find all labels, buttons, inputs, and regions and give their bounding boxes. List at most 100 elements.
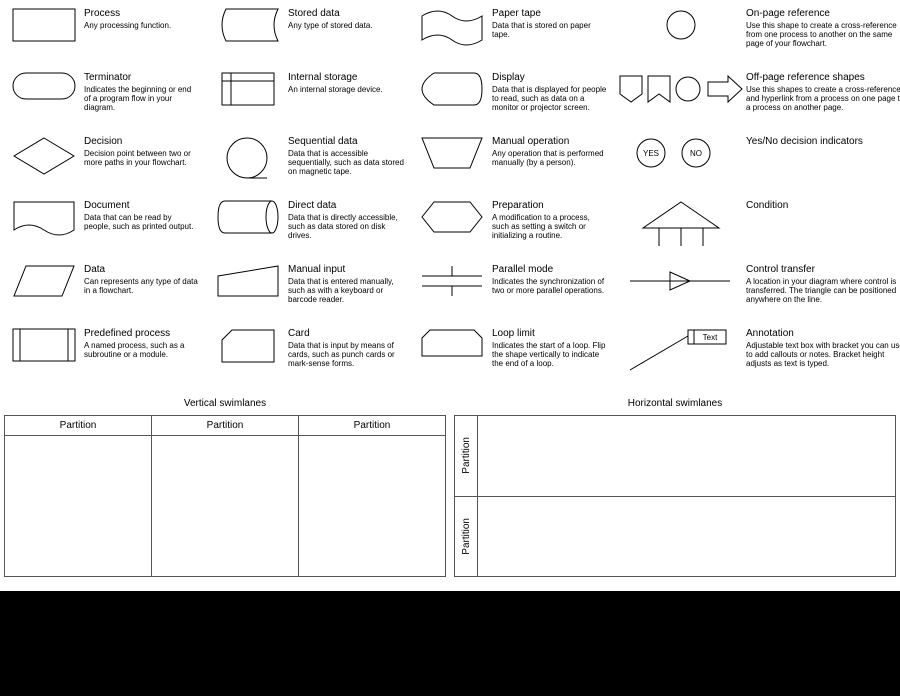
label: Preparation bbox=[492, 200, 608, 212]
internal-storage-icon bbox=[208, 72, 288, 106]
label: Card bbox=[288, 328, 404, 340]
process-icon bbox=[4, 8, 84, 42]
label: Paper tape bbox=[492, 8, 608, 20]
label: Process bbox=[84, 8, 200, 20]
label: Data bbox=[84, 264, 200, 276]
svg-text:NO: NO bbox=[690, 149, 702, 158]
desc: Adjustable text box with bracket you can… bbox=[746, 341, 900, 369]
shape-parallel-mode: Parallel modeIndicates the synchronizati… bbox=[412, 262, 612, 326]
shape-process: ProcessAny processing function. bbox=[4, 6, 204, 70]
label: Manual input bbox=[288, 264, 404, 276]
desc: Can represents any type of data in a flo… bbox=[84, 277, 200, 295]
decision-icon bbox=[4, 136, 84, 176]
on-page-reference-icon bbox=[616, 8, 746, 42]
hswim-container: Partition Partition bbox=[454, 415, 896, 577]
vswim-container: Partition Partition Partition bbox=[4, 415, 446, 577]
partition-header: Partition bbox=[461, 437, 472, 474]
desc: Data that can be read by people, such as… bbox=[84, 213, 200, 231]
shape-annotation: Text AnnotationAdjustable text box with … bbox=[616, 326, 900, 390]
desc: An internal storage device. bbox=[288, 85, 404, 94]
stored-data-icon bbox=[208, 8, 288, 42]
label: Yes/No decision indicators bbox=[746, 136, 900, 148]
label: Condition bbox=[746, 200, 900, 212]
label: Parallel mode bbox=[492, 264, 608, 276]
direct-data-icon bbox=[208, 200, 288, 234]
desc: Use this shapes to create a cross-refere… bbox=[746, 85, 900, 113]
desc: A location in your diagram where control… bbox=[746, 277, 900, 305]
shape-paper-tape: Paper tapeData that is stored on paper t… bbox=[412, 6, 612, 70]
manual-input-icon bbox=[208, 264, 288, 298]
bottom-bar bbox=[0, 591, 900, 696]
partition-header: Partition bbox=[5, 416, 151, 436]
shape-manual-operation: Manual operationAny operation that is pe… bbox=[412, 134, 612, 198]
display-icon bbox=[412, 72, 492, 106]
shape-yes-no: YES NO Yes/No decision indicators bbox=[616, 134, 900, 198]
label: Loop limit bbox=[492, 328, 608, 340]
svg-text:YES: YES bbox=[643, 149, 659, 158]
hswim-title: Horizontal swimlanes bbox=[454, 398, 896, 409]
horizontal-swimlanes: Horizontal swimlanes Partition Partition bbox=[454, 398, 896, 577]
yes-no-icon: YES NO bbox=[616, 136, 746, 170]
shapes-grid: ProcessAny processing function. Stored d… bbox=[0, 0, 900, 390]
label: Predefined process bbox=[84, 328, 200, 340]
shape-on-page-reference: On-page referenceUse this shape to creat… bbox=[616, 6, 900, 70]
shape-direct-data: Direct dataData that is directly accessi… bbox=[208, 198, 408, 262]
shape-card: CardData that is input by means of cards… bbox=[208, 326, 408, 390]
desc: Any type of stored data. bbox=[288, 21, 404, 30]
predefined-process-icon bbox=[4, 328, 84, 362]
partition-header: Partition bbox=[461, 518, 472, 555]
desc: Decision point between two or more paths… bbox=[84, 149, 200, 167]
label: Manual operation bbox=[492, 136, 608, 148]
desc: Data that is entered manually, such as w… bbox=[288, 277, 404, 305]
label: Annotation bbox=[746, 328, 900, 340]
swimlanes-section: Vertical swimlanes Partition Partition P… bbox=[0, 390, 900, 577]
parallel-mode-icon bbox=[412, 264, 492, 298]
shape-data: DataCan represents any type of data in a… bbox=[4, 262, 204, 326]
label: Stored data bbox=[288, 8, 404, 20]
desc: A named process, such as a subroutine or… bbox=[84, 341, 200, 359]
partition-header: Partition bbox=[299, 416, 445, 436]
desc: Data that is displayed for people to rea… bbox=[492, 85, 608, 113]
vswim-title: Vertical swimlanes bbox=[4, 398, 446, 409]
shape-preparation: PreparationA modification to a process, … bbox=[412, 198, 612, 262]
sequential-data-icon bbox=[208, 136, 288, 182]
terminator-icon bbox=[4, 72, 84, 100]
label: Decision bbox=[84, 136, 200, 148]
shape-manual-input: Manual inputData that is entered manuall… bbox=[208, 262, 408, 326]
vertical-swimlanes: Vertical swimlanes Partition Partition P… bbox=[4, 398, 446, 577]
preparation-icon bbox=[412, 200, 492, 234]
data-icon bbox=[4, 264, 84, 298]
desc: Any operation that is performed manually… bbox=[492, 149, 608, 167]
label: Document bbox=[84, 200, 200, 212]
manual-operation-icon bbox=[412, 136, 492, 170]
partition-header: Partition bbox=[152, 416, 298, 436]
shape-predefined-process: Predefined processA named process, such … bbox=[4, 326, 204, 390]
diagram-page: ProcessAny processing function. Stored d… bbox=[0, 0, 900, 696]
desc: A modification to a process, such as set… bbox=[492, 213, 608, 241]
shape-stored-data: Stored dataAny type of stored data. bbox=[208, 6, 408, 70]
shape-control-transfer: Control transferA location in your diagr… bbox=[616, 262, 900, 326]
desc: Use this shape to create a cross-referen… bbox=[746, 21, 900, 49]
paper-tape-icon bbox=[412, 8, 492, 48]
desc: Any processing function. bbox=[84, 21, 200, 30]
off-page-reference-icon bbox=[616, 72, 746, 106]
desc: Indicates the synchronization of two or … bbox=[492, 277, 608, 295]
shape-display: DisplayData that is displayed for people… bbox=[412, 70, 612, 134]
label: Control transfer bbox=[746, 264, 900, 276]
label: Sequential data bbox=[288, 136, 404, 148]
desc: Data that is accessible sequentially, su… bbox=[288, 149, 404, 177]
label: Internal storage bbox=[288, 72, 404, 84]
annotation-icon: Text bbox=[616, 328, 746, 372]
control-transfer-icon bbox=[616, 264, 746, 298]
label: Display bbox=[492, 72, 608, 84]
card-icon bbox=[208, 328, 288, 364]
desc: Data that is input by means of cards, su… bbox=[288, 341, 404, 369]
shape-condition: Condition bbox=[616, 198, 900, 262]
loop-limit-icon bbox=[412, 328, 492, 358]
desc: Indicates the beginning or end of a prog… bbox=[84, 85, 200, 113]
svg-text:Text: Text bbox=[703, 333, 718, 342]
shape-internal-storage: Internal storageAn internal storage devi… bbox=[208, 70, 408, 134]
shape-decision: DecisionDecision point between two or mo… bbox=[4, 134, 204, 198]
desc: Data that is stored on paper tape. bbox=[492, 21, 608, 39]
shape-terminator: TerminatorIndicates the beginning or end… bbox=[4, 70, 204, 134]
